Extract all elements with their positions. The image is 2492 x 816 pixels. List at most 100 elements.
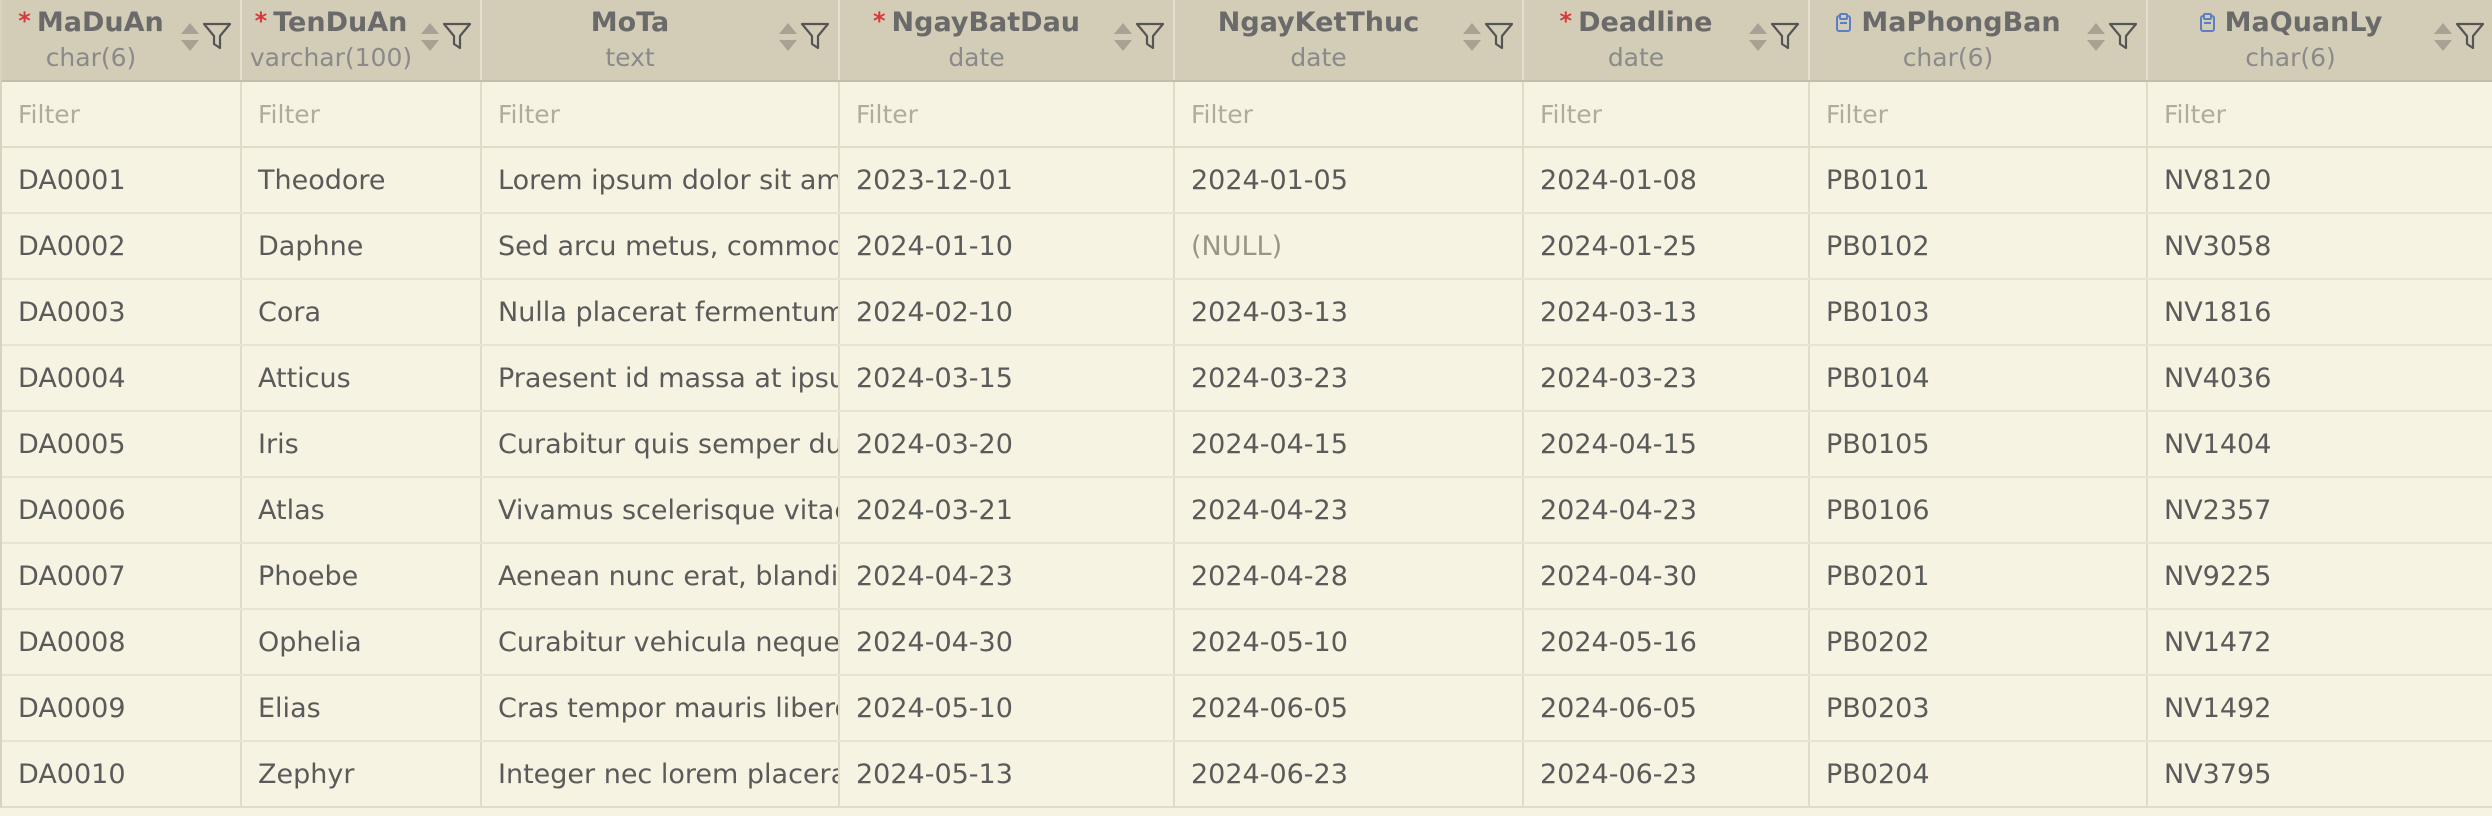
filter-funnel-icon[interactable] [1484,20,1514,52]
cell-ngayketthuc[interactable]: 2024-04-15 [1174,411,1524,478]
cell-maduan[interactable]: DA0001 [2,147,242,214]
filter-funnel-icon[interactable] [1135,20,1165,52]
sort-arrows-icon[interactable] [420,20,440,54]
sort-arrows-icon[interactable] [778,20,798,54]
cell-maphongban[interactable]: PB0106 [1809,477,2148,544]
cell-mota[interactable]: Nulla placerat fermentum ju [481,279,840,346]
cell-deadline[interactable]: 2024-04-30 [1523,543,1810,610]
cell-maquanly[interactable]: NV1472 [2147,609,2492,676]
filter-input-maphongban[interactable] [1826,99,2146,129]
cell-deadline[interactable]: 2024-05-16 [1523,609,1810,676]
column-header-mota[interactable]: MoTa text [481,0,840,82]
cell-maphongban[interactable]: PB0103 [1809,279,2148,346]
cell-mota[interactable]: Curabitur vehicula neque a [481,609,840,676]
cell-deadline[interactable]: 2024-01-25 [1523,213,1810,280]
cell-ngaybatdau[interactable]: 2024-03-21 [839,477,1175,544]
cell-maquanly[interactable]: NV3058 [2147,213,2492,280]
cell-mota[interactable]: Curabitur quis semper dui. A [481,411,840,478]
cell-maquanly[interactable]: NV3795 [2147,741,2492,806]
filter-input-mota[interactable] [498,99,838,129]
cell-mota[interactable]: Vivamus scelerisque vitae ri [481,477,840,544]
table-row[interactable]: DA0004 Atticus Praesent id massa at ipsum 2… [2,345,2492,412]
cell-ngaybatdau[interactable]: 2023-12-01 [839,147,1175,214]
cell-mota[interactable]: Lorem ipsum dolor sit amet [481,147,840,214]
table-row[interactable]: DA0005IrisCurabitur quis semper dui. A20… [2,411,2492,478]
cell-ngayketthuc[interactable]: 2024-03-23 [1174,345,1524,412]
cell-deadline[interactable]: 2024-06-23 [1523,741,1810,806]
cell-tenduan[interactable]: Elias [241,675,482,742]
cell-ngaybatdau[interactable]: 2024-03-15 [839,345,1175,412]
cell-tenduan[interactable]: Zephyr [241,741,482,806]
column-header-deadline[interactable]: * Deadline date [1523,0,1810,82]
column-header-maquanly[interactable]: MaQuanLy char(6) [2147,0,2492,82]
filter-funnel-icon[interactable] [202,20,232,52]
cell-maduan[interactable]: DA0005 [2,411,242,478]
cell-maquanly[interactable]: NV8120 [2147,147,2492,214]
cell-deadline[interactable]: 2024-06-05 [1523,675,1810,742]
filter-funnel-icon[interactable] [2455,20,2485,52]
cell-deadline[interactable]: 2024-03-13 [1523,279,1810,346]
cell-maphongban[interactable]: PB0104 [1809,345,2148,412]
sort-arrows-icon[interactable] [2086,20,2106,54]
column-header-ngayketthuc[interactable]: NgayKetThuc date [1174,0,1524,82]
cell-maquanly[interactable]: NV9225 [2147,543,2492,610]
cell-tenduan[interactable]: Atticus [241,345,482,412]
cell-maduan[interactable]: DA0002 [2,213,242,280]
cell-maduan[interactable]: DA0008 [2,609,242,676]
cell-tenduan[interactable]: Cora [241,279,482,346]
cell-mota[interactable]: Praesent id massa at ipsum [481,345,840,412]
cell-deadline[interactable]: 2024-04-15 [1523,411,1810,478]
cell-tenduan[interactable]: Atlas [241,477,482,544]
column-header-maphongban[interactable]: MaPhongBan char(6) [1809,0,2148,82]
cell-maquanly[interactable]: NV1816 [2147,279,2492,346]
table-row[interactable]: DA0009 Elias Cras tempor mauris libero, i2… [2,675,2492,742]
cell-ngaybatdau[interactable]: 2024-04-30 [839,609,1175,676]
cell-maphongban[interactable]: PB0102 [1809,213,2148,280]
cell-maphongban[interactable]: PB0202 [1809,609,2148,676]
cell-ngayketthuc[interactable]: 2024-03-13 [1174,279,1524,346]
cell-ngayketthuc[interactable]: (NULL) [1174,213,1524,280]
cell-tenduan[interactable]: Phoebe [241,543,482,610]
table-row[interactable]: DA0010 Zephyr Integer nec lorem placerat, 2… [2,741,2492,806]
sort-arrows-icon[interactable] [1748,20,1768,54]
cell-maphongban[interactable]: PB0201 [1809,543,2148,610]
sort-arrows-icon[interactable] [1462,20,1482,54]
cell-maduan[interactable]: DA0010 [2,741,242,806]
cell-maquanly[interactable]: NV1404 [2147,411,2492,478]
cell-maduan[interactable]: DA0004 [2,345,242,412]
cell-maquanly[interactable]: NV1492 [2147,675,2492,742]
cell-tenduan[interactable]: Theodore [241,147,482,214]
table-row[interactable]: DA0007 Phoebe Aenean nunc erat, blandit u2… [2,543,2492,610]
filter-funnel-icon[interactable] [2108,20,2138,52]
cell-maduan[interactable]: DA0007 [2,543,242,610]
cell-deadline[interactable]: 2024-03-23 [1523,345,1810,412]
column-header-ngaybatdau[interactable]: * NgayBatDau date [839,0,1175,82]
cell-tenduan[interactable]: Daphne [241,213,482,280]
filter-input-deadline[interactable] [1540,99,1808,129]
cell-ngaybatdau[interactable]: 2024-05-10 [839,675,1175,742]
cell-tenduan[interactable]: Ophelia [241,609,482,676]
cell-ngayketthuc[interactable]: 2024-06-23 [1174,741,1524,806]
filter-funnel-icon[interactable] [1770,20,1800,52]
table-row[interactable]: DA0003CoraNulla placerat fermentum ju202… [2,279,2492,346]
cell-maquanly[interactable]: NV2357 [2147,477,2492,544]
cell-deadline[interactable]: 2024-01-08 [1523,147,1810,214]
cell-ngaybatdau[interactable]: 2024-02-10 [839,279,1175,346]
table-row[interactable]: DA0002 Daphne Sed arcu metus, commodo 2024-… [2,213,2492,280]
cell-ngayketthuc[interactable]: 2024-06-05 [1174,675,1524,742]
cell-maduan[interactable]: DA0006 [2,477,242,544]
filter-input-ngaybatdau[interactable] [856,99,1173,129]
cell-ngaybatdau[interactable]: 2024-04-23 [839,543,1175,610]
filter-funnel-icon[interactable] [800,20,830,52]
cell-maphongban[interactable]: PB0203 [1809,675,2148,742]
column-header-maduan[interactable]: * MaDuAn char(6) [2,0,242,82]
cell-ngayketthuc[interactable]: 2024-04-23 [1174,477,1524,544]
cell-deadline[interactable]: 2024-04-23 [1523,477,1810,544]
filter-input-tenduan[interactable] [258,99,480,129]
table-row[interactable]: DA0006AtlasVivamus scelerisque vitae ri2… [2,477,2492,544]
filter-funnel-icon[interactable] [442,20,472,52]
cell-maquanly[interactable]: NV4036 [2147,345,2492,412]
cell-mota[interactable]: Aenean nunc erat, blandit u [481,543,840,610]
cell-mota[interactable]: Cras tempor mauris libero, i [481,675,840,742]
cell-mota[interactable]: Sed arcu metus, commodo [481,213,840,280]
